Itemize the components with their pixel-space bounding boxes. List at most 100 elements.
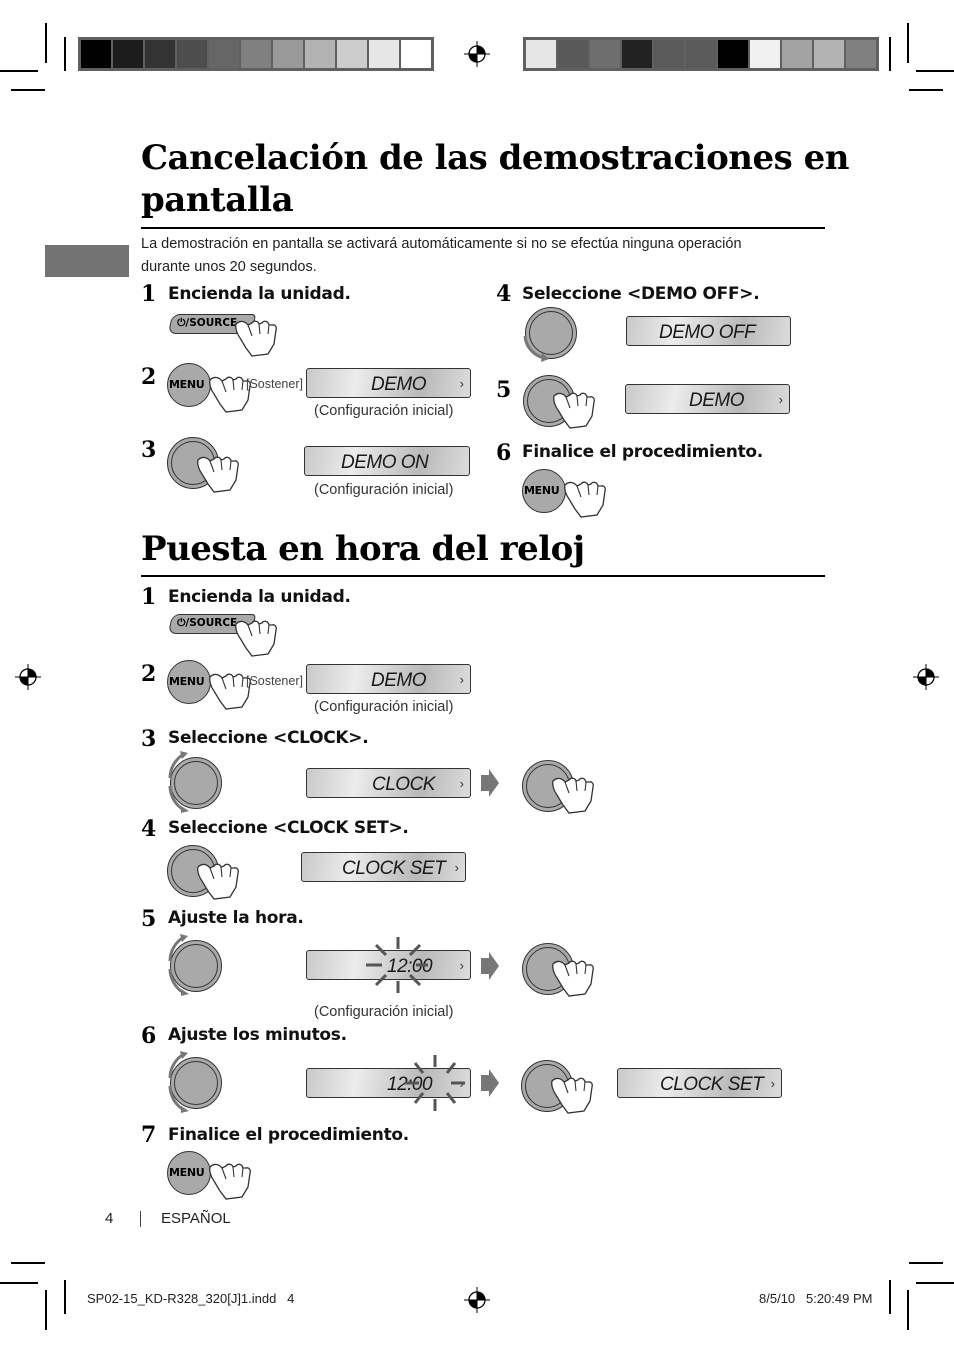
step-number: 5 <box>496 377 512 403</box>
lcd-text: CLOCK SET <box>660 1074 764 1095</box>
press-hand-icon <box>209 1163 251 1200</box>
source-button-label: ⏻/SOURCE <box>177 617 238 629</box>
registration-mark-icon <box>913 664 939 690</box>
lcd-display: DEMO › <box>625 384 790 414</box>
color-swatch <box>241 40 271 68</box>
crop-mark <box>909 1262 943 1264</box>
crop-mark <box>64 1280 66 1314</box>
press-hand-icon <box>564 481 606 518</box>
color-swatch <box>145 40 175 68</box>
next-arrow-icon <box>481 769 499 797</box>
step-instruction: Seleccione <CLOCK SET>. <box>168 818 409 838</box>
title-rule <box>141 575 825 577</box>
page-number: 4 <box>105 1210 114 1227</box>
crop-mark <box>916 1282 954 1284</box>
step-number: 1 <box>141 584 157 610</box>
registration-mark-icon <box>15 664 41 690</box>
press-hand-icon <box>235 320 277 357</box>
menu-button[interactable]: MENU <box>167 363 211 407</box>
title-line: pantalla <box>141 180 294 220</box>
step-instruction: Ajuste los minutos. <box>168 1025 347 1045</box>
press-hand-icon <box>235 620 277 657</box>
lcd-text: DEMO <box>689 390 745 411</box>
chevron-right-icon: › <box>454 860 459 875</box>
crop-mark <box>45 23 47 63</box>
source-button-label: ⏻/SOURCE <box>177 317 238 329</box>
lcd-display: CLOCK › <box>306 768 471 798</box>
lcd-display: DEMO › <box>306 664 471 694</box>
lcd-text: DEMO <box>371 374 427 395</box>
crop-mark <box>907 1290 909 1330</box>
language-tab-marker <box>45 245 129 277</box>
initial-setting-caption: (Configuración inicial) <box>314 403 454 419</box>
flashing-indicator-icon <box>405 1055 465 1111</box>
lcd-display: CLOCK SET › <box>617 1068 782 1098</box>
color-swatch <box>337 40 367 68</box>
hold-label: [Sostener] <box>246 377 303 391</box>
crop-mark <box>889 1280 891 1314</box>
lcd-text: DEMO ON <box>341 452 429 473</box>
chevron-right-icon: › <box>459 376 464 391</box>
step-number: 3 <box>141 437 157 463</box>
lcd-text: CLOCK <box>372 774 435 795</box>
crop-mark <box>916 70 954 72</box>
chevron-right-icon: › <box>459 958 464 973</box>
step-number: 6 <box>496 440 512 466</box>
color-swatch <box>526 40 556 68</box>
hold-label: [Sostener] <box>246 674 303 688</box>
step-number: 3 <box>141 726 157 752</box>
step-number: 5 <box>141 906 157 932</box>
color-swatch <box>814 40 844 68</box>
next-arrow-icon <box>481 952 499 980</box>
step-number: 2 <box>141 661 157 687</box>
menu-button[interactable]: MENU <box>167 660 211 704</box>
lcd-text: CLOCK SET <box>342 858 446 879</box>
color-swatch <box>654 40 684 68</box>
footer-divider <box>140 1211 141 1227</box>
menu-button[interactable]: MENU <box>167 1151 211 1195</box>
color-swatch <box>369 40 399 68</box>
section-title-clock: Puesta en hora del reloj <box>141 529 585 569</box>
rotate-both-ways-icon <box>168 751 189 813</box>
crop-mark <box>889 37 891 71</box>
crop-mark <box>64 37 66 71</box>
lcd-display: DEMO ON <box>304 446 470 476</box>
crop-mark <box>45 1290 47 1330</box>
step-instruction: Seleccione <CLOCK>. <box>168 728 369 748</box>
step-instruction: Finalice el procedimiento. <box>522 442 763 462</box>
color-calibration-bar-right <box>523 37 879 71</box>
color-swatch <box>177 40 207 68</box>
title-rule <box>141 227 825 229</box>
initial-setting-caption: (Configuración inicial) <box>314 1004 454 1020</box>
press-hand-icon <box>553 392 595 429</box>
section-title-demo: Cancelación de las demostraciones en pan… <box>141 137 849 221</box>
registration-mark-icon <box>464 41 490 67</box>
color-swatch <box>273 40 303 68</box>
rotate-both-ways-icon <box>168 934 189 996</box>
color-swatch <box>401 40 431 68</box>
crop-mark <box>0 70 38 72</box>
menu-button[interactable]: MENU <box>522 469 566 513</box>
rotate-both-ways-icon <box>168 1051 189 1113</box>
chevron-right-icon: › <box>770 1076 775 1091</box>
intro-line: durante unos 20 segundos. <box>141 259 317 275</box>
crop-mark <box>909 89 943 91</box>
step-number: 4 <box>496 281 512 307</box>
footer-language: ESPAÑOL <box>161 1210 231 1227</box>
next-arrow-icon <box>481 1069 499 1097</box>
color-swatch <box>686 40 716 68</box>
crop-mark <box>907 23 909 63</box>
chevron-right-icon: › <box>778 392 783 407</box>
rotate-counterclockwise-icon <box>523 335 549 362</box>
press-hand-icon <box>197 456 239 493</box>
press-hand-icon <box>552 777 594 814</box>
lcd-display: DEMO OFF <box>626 316 791 346</box>
step-instruction: Ajuste la hora. <box>168 908 304 928</box>
slug-filename: SP02-15_KD-R328_320[J]1.indd 4 <box>87 1291 295 1306</box>
step-instruction: Encienda la unidad. <box>168 587 351 607</box>
title-line: Cancelación de las demostraciones en <box>141 138 849 178</box>
step-number: 7 <box>141 1122 157 1148</box>
crop-mark <box>11 1262 45 1264</box>
color-swatch <box>558 40 588 68</box>
step-number: 6 <box>141 1023 157 1049</box>
